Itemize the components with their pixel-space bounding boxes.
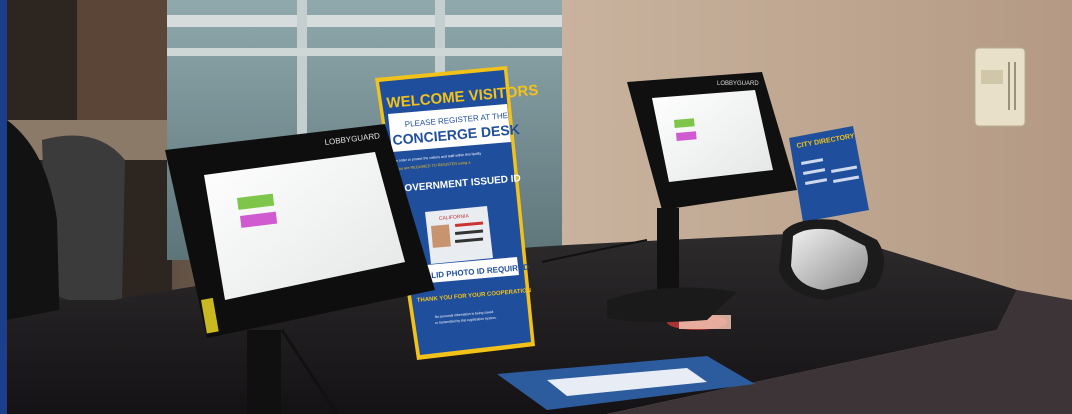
thermostat-display bbox=[981, 70, 1003, 84]
lobby-desk-photo: LOBBYGUARD CITY DIRECTORY WELCOME VISITO… bbox=[7, 0, 1072, 414]
photo-scene: LOBBYGUARD CITY DIRECTORY WELCOME VISITO… bbox=[7, 0, 1072, 414]
glass-frame-horizontal bbox=[167, 15, 567, 27]
right-tablet-brand: LOBBYGUARD bbox=[717, 81, 759, 87]
glass-frame-horizontal-2 bbox=[167, 48, 567, 56]
thermostat bbox=[974, 47, 1026, 127]
right-tablet-screen bbox=[652, 90, 773, 182]
photo-frame: LOBBYGUARD CITY DIRECTORY WELCOME VISITO… bbox=[0, 0, 1072, 414]
wooden-panel bbox=[77, 0, 172, 130]
id-card-illustration: CALIFORNIA bbox=[425, 206, 493, 264]
left-tablet-pole bbox=[247, 330, 281, 414]
left-accent-bar bbox=[0, 0, 7, 414]
right-tablet-pole bbox=[657, 208, 679, 298]
